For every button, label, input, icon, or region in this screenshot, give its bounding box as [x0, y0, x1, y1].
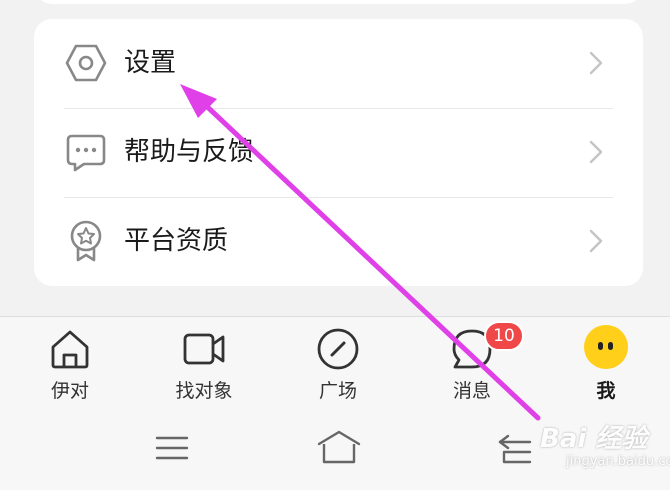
- menu-item-settings[interactable]: 设置: [34, 19, 643, 108]
- award-badge-icon: [64, 219, 108, 263]
- menu-item-help-feedback[interactable]: 帮助与反馈: [34, 108, 643, 197]
- tab-me[interactable]: 我: [546, 325, 666, 407]
- tab-find-partner[interactable]: 找对象: [144, 327, 264, 407]
- chevron-right-icon: [587, 49, 605, 77]
- tab-label: 消息: [452, 380, 491, 402]
- system-navigation-bar: [0, 412, 670, 489]
- chat-bubble-icon: [64, 130, 108, 174]
- menu-icon[interactable]: [147, 428, 197, 468]
- chevron-right-icon: [587, 227, 605, 255]
- avatar-face-icon: [584, 325, 628, 369]
- menu-item-label: 平台资质: [124, 226, 229, 256]
- tab-label: 伊对: [50, 380, 89, 402]
- home-outline-icon[interactable]: [314, 428, 364, 468]
- back-icon[interactable]: [490, 428, 540, 468]
- previous-card-edge: [34, 0, 643, 4]
- tab-square[interactable]: 广场: [278, 327, 398, 407]
- tab-label: 找对象: [175, 380, 233, 402]
- menu-item-platform-credentials[interactable]: 平台资质: [34, 197, 643, 286]
- compass-icon: [316, 327, 360, 371]
- unread-badge: 10: [484, 321, 524, 351]
- menu-item-label: 设置: [124, 48, 177, 78]
- menu-item-label: 帮助与反馈: [124, 137, 255, 167]
- tab-messages[interactable]: 10 消息: [412, 321, 532, 407]
- tab-label: 广场: [318, 380, 357, 402]
- video-camera-icon: [182, 327, 226, 371]
- tab-label: 我: [596, 380, 616, 402]
- tab-yidui[interactable]: 伊对: [10, 327, 130, 407]
- home-icon: [48, 327, 92, 371]
- settings-hexagon-icon: [64, 41, 108, 85]
- chevron-right-icon: [587, 138, 605, 166]
- menu-card: 设置 帮助与反馈 平台资质: [34, 19, 643, 286]
